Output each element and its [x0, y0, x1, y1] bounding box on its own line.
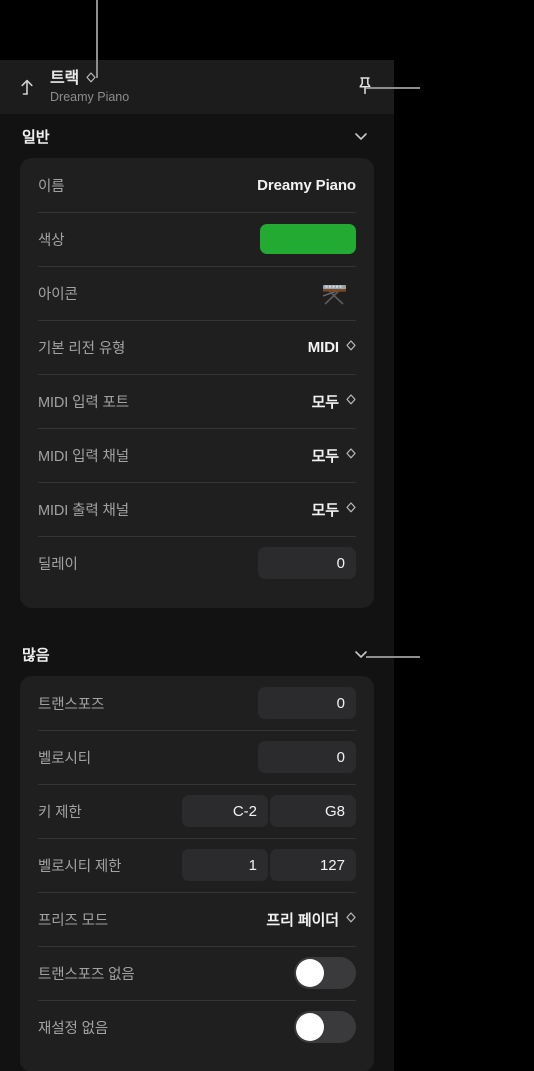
- row-midi-input-port[interactable]: MIDI 입력 포트 모두: [20, 374, 374, 428]
- key-limit-low-field[interactable]: C-2: [182, 795, 268, 827]
- row-key-limit[interactable]: 키 제한 C-2 G8: [20, 784, 374, 838]
- row-freeze-mode[interactable]: 프리즈 모드 프리 페이더: [20, 892, 374, 946]
- row-label: 벨로시티 제한: [38, 858, 122, 875]
- row-icon[interactable]: 아이콘: [20, 266, 374, 320]
- row-label: 색상: [38, 232, 65, 249]
- row-label: 벨로시티: [38, 750, 91, 767]
- row-label: 트랜스포즈 없음: [38, 966, 135, 983]
- row-control[interactable]: 1 127: [182, 849, 356, 881]
- row-velocity[interactable]: 벨로시티 0: [20, 730, 374, 784]
- more-card: 트랜스포즈 0 벨로시티 0 키 제한 C-2 G8 벨로시티 제한 1 127…: [20, 676, 374, 1071]
- freeze-mode-value: 프리 페이더: [266, 911, 339, 929]
- row-control[interactable]: C-2 G8: [182, 795, 356, 827]
- general-card: 이름 Dreamy Piano 색상 아이콘 기본 리전 유형 MIDI MID…: [20, 158, 374, 608]
- row-label: 딜레이: [38, 556, 78, 573]
- inspector-header: 트랙 Dreamy Piano: [0, 60, 394, 114]
- row-velocity-limit[interactable]: 벨로시티 제한 1 127: [20, 838, 374, 892]
- row-label: 키 제한: [38, 804, 82, 821]
- updown-chevron-icon[interactable]: [86, 71, 96, 86]
- track-inspector-panel: 트랙 Dreamy Piano 일반 이름 Dreamy Piano 색상 아이…: [0, 60, 394, 1071]
- card-padding: [20, 590, 374, 608]
- row-control[interactable]: Dreamy Piano: [257, 177, 356, 194]
- chevron-down-icon[interactable]: [350, 125, 372, 147]
- page-title: 트랙: [50, 69, 80, 87]
- row-label: 트랜스포즈: [38, 696, 105, 713]
- callout-line-section-chevron: [366, 656, 420, 658]
- color-swatch[interactable]: [260, 224, 356, 254]
- toggle-knob: [296, 1013, 324, 1041]
- row-default-region-type[interactable]: 기본 리전 유형 MIDI: [20, 320, 374, 374]
- header-title-block: 트랙 Dreamy Piano: [50, 70, 350, 105]
- row-control[interactable]: [260, 224, 356, 254]
- section-title: 많음: [22, 646, 50, 664]
- callout-line-pin-button: [366, 87, 420, 89]
- section-title: 일반: [22, 128, 50, 146]
- row-label: MIDI 입력 채널: [38, 448, 130, 465]
- keyboard-on-stand-icon[interactable]: [312, 277, 356, 309]
- page-subtitle: Dreamy Piano: [50, 89, 130, 104]
- chevron-down-icon[interactable]: [350, 643, 372, 665]
- row-name[interactable]: 이름 Dreamy Piano: [20, 158, 374, 212]
- section-general: 일반 이름 Dreamy Piano 색상 아이콘 기본 리전 유형 MIDI …: [0, 114, 394, 608]
- midi-output-channel-value: 모두: [311, 501, 340, 519]
- velocity-limit-high-field[interactable]: 127: [270, 849, 356, 881]
- no-reset-toggle[interactable]: [294, 1011, 356, 1043]
- row-control[interactable]: 0: [258, 687, 356, 719]
- header-title-row[interactable]: 트랙: [50, 70, 350, 88]
- row-control[interactable]: 모두: [312, 445, 356, 466]
- row-control[interactable]: 0: [258, 547, 356, 579]
- row-label: 재설정 없음: [38, 1020, 109, 1037]
- velocity-limit-low-field[interactable]: 1: [182, 849, 268, 881]
- updown-chevron-icon[interactable]: [346, 912, 356, 926]
- row-label: 아이콘: [38, 286, 78, 303]
- updown-chevron-icon[interactable]: [346, 394, 356, 408]
- transpose-field[interactable]: 0: [258, 687, 356, 719]
- card-padding: [20, 1054, 374, 1071]
- arrow-up-navigate-icon: [21, 79, 33, 95]
- midi-input-port-value: 모두: [311, 393, 340, 411]
- updown-chevron-icon[interactable]: [346, 340, 356, 354]
- row-control[interactable]: 0: [258, 741, 356, 773]
- row-label: 기본 리전 유형: [38, 340, 126, 357]
- midi-input-channel-value: 모두: [311, 447, 340, 465]
- default-region-type-value: MIDI: [307, 338, 339, 356]
- row-midi-output-channel[interactable]: MIDI 출력 채널 모두: [20, 482, 374, 536]
- no-transpose-toggle[interactable]: [294, 957, 356, 989]
- velocity-field[interactable]: 0: [258, 741, 356, 773]
- row-label: 프리즈 모드: [38, 912, 109, 929]
- velocity-limit-fields: 1 127: [182, 849, 356, 881]
- row-color[interactable]: 색상: [20, 212, 374, 266]
- row-label: MIDI 출력 채널: [38, 502, 130, 519]
- section-more: 많음 트랜스포즈 0 벨로시티 0 키 제한 C-2 G8 벨로시티 제한 1 …: [0, 632, 394, 1071]
- key-limit-high-field[interactable]: G8: [270, 795, 356, 827]
- navigate-up-button[interactable]: [12, 70, 42, 104]
- row-control[interactable]: [294, 1011, 356, 1043]
- updown-chevron-icon[interactable]: [346, 502, 356, 516]
- row-control[interactable]: 프리 페이더: [266, 909, 356, 930]
- name-value[interactable]: Dreamy Piano: [257, 177, 356, 194]
- row-label: 이름: [38, 178, 65, 195]
- row-delay[interactable]: 딜레이 0: [20, 536, 374, 590]
- row-control[interactable]: [312, 277, 356, 309]
- row-no-transpose[interactable]: 트랜스포즈 없음: [20, 946, 374, 1000]
- row-control[interactable]: MIDI: [308, 339, 356, 356]
- row-no-reset[interactable]: 재설정 없음: [20, 1000, 374, 1054]
- section-header-general[interactable]: 일반: [0, 114, 394, 158]
- toggle-knob: [296, 959, 324, 987]
- row-midi-input-channel[interactable]: MIDI 입력 채널 모두: [20, 428, 374, 482]
- updown-chevron-icon[interactable]: [346, 448, 356, 462]
- row-control[interactable]: [294, 957, 356, 989]
- row-label: MIDI 입력 포트: [38, 394, 130, 411]
- key-limit-fields: C-2 G8: [182, 795, 356, 827]
- section-header-more[interactable]: 많음: [0, 632, 394, 676]
- row-control[interactable]: 모두: [312, 499, 356, 520]
- row-transpose[interactable]: 트랜스포즈 0: [20, 676, 374, 730]
- row-control[interactable]: 모두: [312, 391, 356, 412]
- delay-field[interactable]: 0: [258, 547, 356, 579]
- callout-line-title-chevron: [96, 0, 98, 78]
